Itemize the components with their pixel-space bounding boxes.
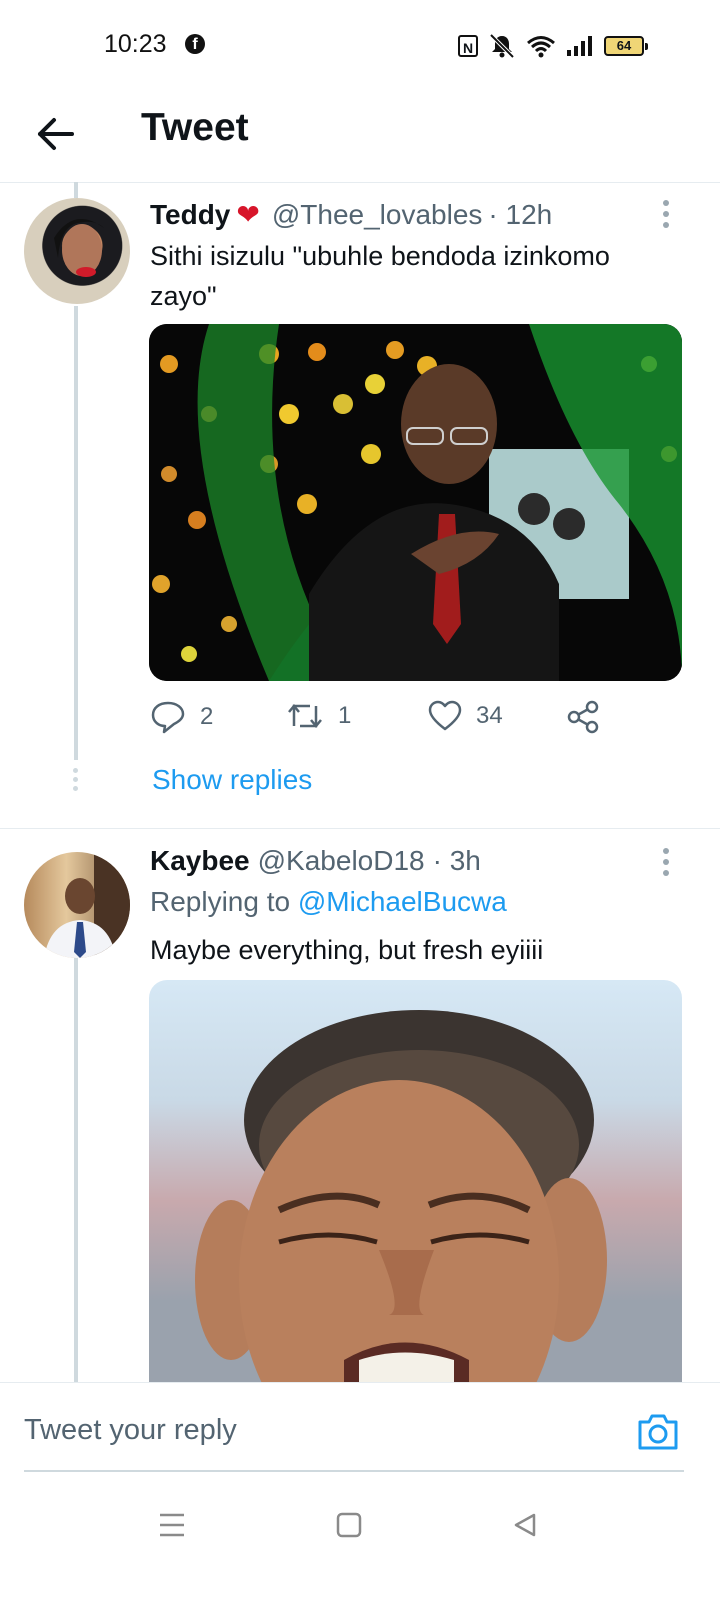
- tweet-author-handle[interactable]: @Thee_lovables: [272, 199, 483, 231]
- status-time: 10:23: [104, 30, 167, 58]
- nfc-icon: N: [458, 35, 478, 57]
- reply-placeholder: Tweet your reply: [24, 1414, 237, 1446]
- heart-icon: [428, 700, 462, 731]
- avatar[interactable]: [24, 198, 130, 304]
- share-icon: [567, 700, 599, 734]
- facebook-icon: f: [185, 34, 205, 54]
- reply-action[interactable]: 2: [150, 700, 213, 734]
- back-icon[interactable]: [512, 1512, 538, 1538]
- retweet-count: 1: [338, 702, 352, 729]
- battery-icon: 64: [604, 36, 648, 56]
- like-action[interactable]: 34: [428, 700, 503, 732]
- share-action[interactable]: [566, 700, 600, 734]
- tweet-author-name[interactable]: Teddy: [150, 199, 230, 231]
- divider: [0, 1382, 720, 1383]
- tweet-image-photo: [149, 324, 682, 681]
- retweet-action[interactable]: 1: [286, 700, 351, 732]
- mute-icon: [489, 33, 515, 59]
- status-icons: N 64: [458, 28, 648, 64]
- status-bar: 10:23 f N 64: [0, 0, 720, 92]
- show-replies-link[interactable]: Show replies: [152, 764, 312, 796]
- retweet-icon: [288, 704, 322, 728]
- heart-emoji: ❤: [236, 199, 260, 230]
- reply-input[interactable]: Tweet your reply: [24, 1396, 684, 1472]
- thread-dots: [73, 768, 79, 791]
- replying-to: Replying to @MichaelBucwa: [150, 886, 507, 918]
- thread-line-tweet-2: [74, 958, 78, 1382]
- tweet-time: · 3h: [432, 845, 481, 876]
- more-options-icon[interactable]: [663, 200, 671, 228]
- avatar-person-icon: [54, 219, 104, 277]
- page-title: Tweet: [141, 106, 249, 149]
- thread-line-tweet-1: [74, 306, 78, 760]
- tweet-text: Maybe everything, but fresh eyiiii: [150, 935, 544, 965]
- reply-icon: [151, 701, 185, 734]
- avatar[interactable]: [24, 852, 130, 958]
- back-arrow-icon[interactable]: [34, 112, 78, 156]
- divider: [0, 828, 720, 829]
- system-nav-bar: [0, 1490, 720, 1600]
- wifi-icon: [527, 36, 555, 58]
- home-icon[interactable]: [336, 1512, 362, 1538]
- signal-icon: [567, 36, 592, 56]
- header: Tweet: [0, 92, 720, 183]
- thread-line-top: [74, 182, 78, 198]
- tweet-text: Sithi isizulu "ubuhle bendoda izinkomo z…: [150, 241, 610, 311]
- replying-to-handle[interactable]: @MichaelBucwa: [298, 886, 507, 917]
- tweet-actions: 2 1 34: [150, 700, 610, 744]
- tweet-header: Kaybee @KabeloD18 · 3h: [150, 845, 481, 877]
- like-count: 34: [476, 702, 503, 729]
- tweet-time: · 12h: [488, 199, 553, 230]
- avatar-person-icon: [44, 852, 130, 958]
- menu-icon[interactable]: [158, 1512, 186, 1538]
- tweet-author-handle[interactable]: @KabeloD18: [258, 845, 425, 877]
- camera-icon[interactable]: [636, 1412, 680, 1452]
- tweet-image[interactable]: [149, 980, 682, 1382]
- replying-prefix: Replying to: [150, 886, 291, 917]
- tweet-image[interactable]: [149, 324, 682, 681]
- tweet-image-photo: [195, 1010, 607, 1382]
- more-options-icon[interactable]: [663, 848, 671, 876]
- reply-count: 2: [200, 703, 214, 730]
- tweet-author-name[interactable]: Kaybee: [150, 845, 250, 877]
- tweet-header: Teddy ❤ @Thee_lovables · 12h: [150, 198, 552, 231]
